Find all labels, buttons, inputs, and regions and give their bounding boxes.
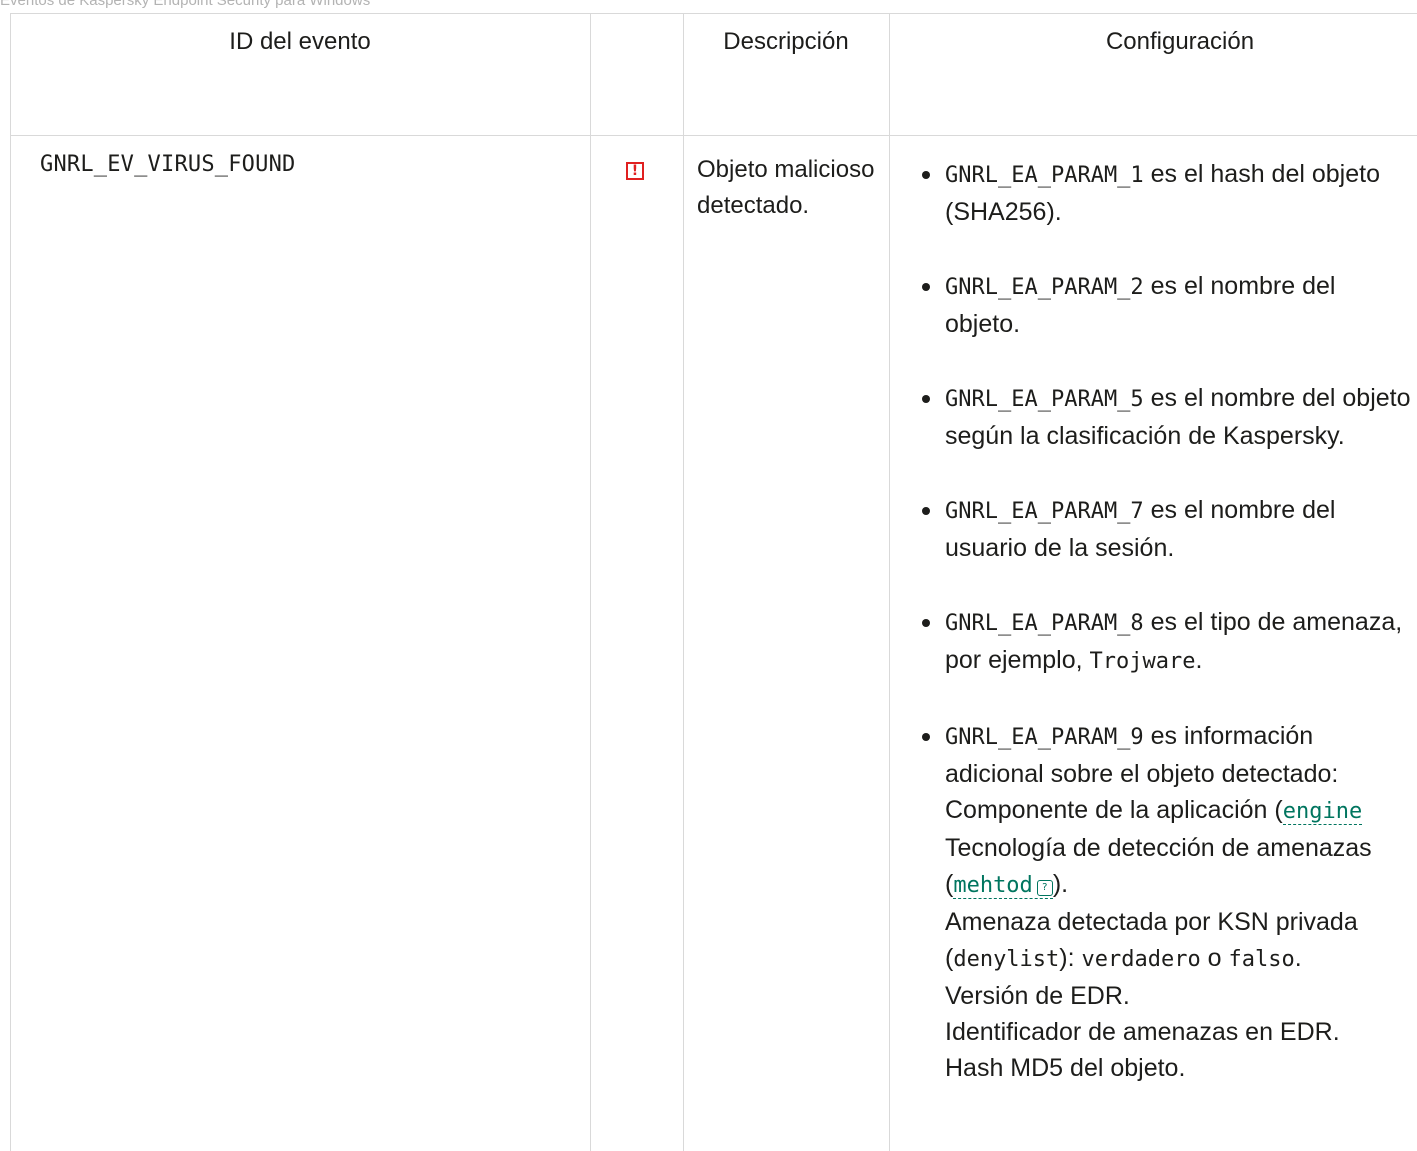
tech-end: ). [1052, 870, 1069, 898]
param-code: GNRL_EA_PARAM_2 [945, 275, 1144, 300]
param-code: GNRL_EA_PARAM_7 [945, 499, 1144, 524]
ksn-false: falso [1228, 947, 1295, 972]
list-item: GNRL_EA_PARAM_9 es información adicional… [914, 718, 1417, 1086]
threat-type-example: Trojware [1089, 649, 1196, 674]
column-divider-3 [889, 13, 890, 1151]
mehtod-link-text[interactable]: mehtod [953, 873, 1032, 898]
tech-label: Tecnología de detección de amenazas [945, 834, 1372, 862]
component-label: Componente de la aplicación ( [945, 796, 1283, 824]
list-item: GNRL_EA_PARAM_2 es el nombre del objeto. [914, 268, 1415, 342]
header-event-id: ID del evento [229, 28, 371, 55]
list-item: GNRL_EA_PARAM_8 es el tipo de amenaza, p… [914, 604, 1415, 680]
alert-icon: ! [626, 162, 644, 180]
settings-list: GNRL_EA_PARAM_1 es el hash del objeto (S… [914, 156, 1417, 1124]
header-description: Descripción [723, 28, 849, 55]
help-icon[interactable]: ? [1036, 880, 1053, 896]
md5-hash: Hash MD5 del objeto. [945, 1054, 1186, 1082]
breadcrumb[interactable]: Eventos de Kaspersky Endpoint Security p… [0, 0, 370, 9]
ksn-or: o [1200, 944, 1229, 972]
event-id-cell: GNRL_EV_VIRUS_FOUND [40, 152, 296, 177]
param-text-end: . [1195, 646, 1203, 674]
ksn-code: denylist [953, 947, 1060, 972]
ksn-mid: ): [1059, 944, 1082, 972]
column-divider-2 [683, 13, 684, 1151]
description-cell: Objeto malicioso detectado. [697, 156, 875, 219]
edr-threat-id: Identificador de amenazas en EDR. [945, 1018, 1340, 1046]
engine-link[interactable]: engine [1282, 799, 1363, 825]
table-left-border [10, 13, 11, 1151]
param-code: GNRL_EA_PARAM_9 [945, 725, 1144, 750]
param-code: GNRL_EA_PARAM_1 [945, 163, 1144, 188]
header-settings: Configuración [1105, 28, 1255, 55]
list-item: GNRL_EA_PARAM_1 es el hash del objeto (S… [914, 156, 1415, 230]
param-code: GNRL_EA_PARAM_8 [945, 611, 1144, 636]
edr-version: Versión de EDR. [945, 982, 1130, 1010]
mehtod-link[interactable]: mehtod? [953, 873, 1053, 899]
param-code: GNRL_EA_PARAM_5 [945, 387, 1144, 412]
table-top-border [10, 13, 1417, 14]
header-bottom-border [10, 135, 1417, 136]
column-divider-1 [590, 13, 591, 1151]
list-item: GNRL_EA_PARAM_5 es el nombre del objeto … [914, 380, 1415, 454]
list-item: GNRL_EA_PARAM_7 es el nombre del usuario… [914, 492, 1415, 566]
ksn-true: verdadero [1081, 947, 1201, 972]
ksn-label: Amenaza detectada por KSN privada [945, 908, 1358, 936]
